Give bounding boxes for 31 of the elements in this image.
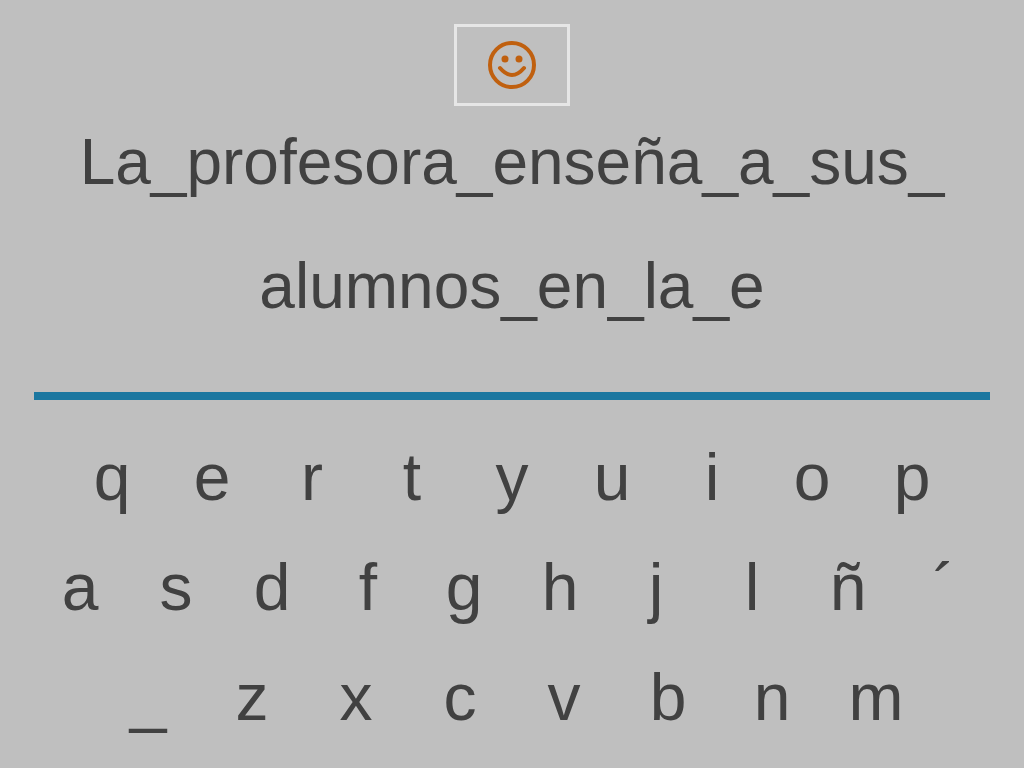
letter-key[interactable]: ñ xyxy=(800,537,896,637)
letter-key[interactable]: t xyxy=(362,427,462,527)
letter-key[interactable]: n xyxy=(720,647,824,747)
sentence-line: La_profesora_enseña_a_sus_ xyxy=(79,125,945,200)
sentence-line: alumnos_en_la_e xyxy=(259,249,765,324)
smiley-button[interactable] xyxy=(454,24,570,106)
letter-key[interactable]: r xyxy=(262,427,362,527)
letter-key[interactable]: s xyxy=(128,537,224,637)
letter-key[interactable]: x xyxy=(304,647,408,747)
letter-key[interactable]: ´ xyxy=(896,537,992,637)
letter-key[interactable]: c xyxy=(408,647,512,747)
letter-key[interactable]: i xyxy=(662,427,762,527)
letter-key[interactable]: j xyxy=(608,537,704,637)
letter-key[interactable]: h xyxy=(512,537,608,637)
letter-key[interactable]: l xyxy=(704,537,800,637)
letter-key[interactable]: _ xyxy=(96,647,200,747)
letter-key[interactable]: v xyxy=(512,647,616,747)
letter-key[interactable]: e xyxy=(162,427,262,527)
letter-key[interactable]: y xyxy=(462,427,562,527)
letter-key[interactable]: a xyxy=(32,537,128,637)
smiley-icon xyxy=(487,40,537,90)
letter-key[interactable]: q xyxy=(62,427,162,527)
letter-key[interactable]: d xyxy=(224,537,320,637)
letter-key[interactable]: g xyxy=(416,537,512,637)
letter-key[interactable]: u xyxy=(562,427,662,527)
letter-key[interactable]: z xyxy=(200,647,304,747)
letter-key[interactable]: f xyxy=(320,537,416,637)
letter-key[interactable]: p xyxy=(862,427,962,527)
letter-key[interactable]: m xyxy=(824,647,928,747)
letter-key[interactable]: o xyxy=(762,427,862,527)
letter-key[interactable]: b xyxy=(616,647,720,747)
